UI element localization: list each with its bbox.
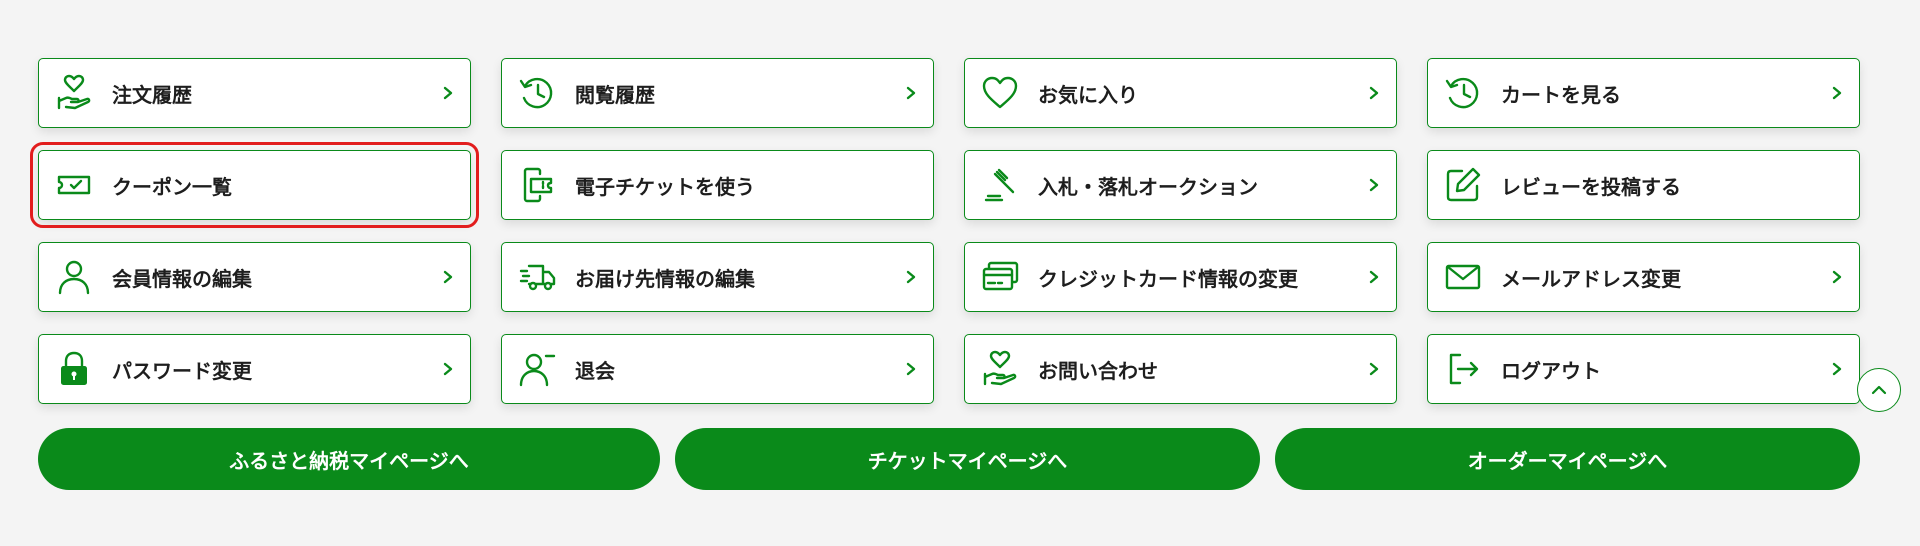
- menu-item-label: クーポン一覧: [112, 174, 232, 199]
- heart-hand-icon: [54, 73, 94, 113]
- menu-item[interactable]: 注文履歴: [38, 58, 471, 128]
- chevron-right-icon: [903, 85, 919, 101]
- menu-item[interactable]: お気に入り: [964, 58, 1397, 128]
- mail-icon: [1443, 257, 1483, 297]
- menu-item[interactable]: クレジットカード情報の変更: [964, 242, 1397, 312]
- chevron-right-icon: [440, 269, 456, 285]
- heart-hand-icon: [980, 349, 1020, 389]
- menu-item-label: クレジットカード情報の変更: [1038, 266, 1298, 291]
- chevron-right-icon: [1829, 269, 1845, 285]
- menu-item[interactable]: クーポン一覧: [30, 142, 479, 228]
- heart-icon: [980, 73, 1020, 113]
- menu-item-label: お気に入り: [1038, 82, 1138, 107]
- menu-item-label: メールアドレス変更: [1501, 266, 1681, 291]
- menu-item-label: お問い合わせ: [1038, 358, 1158, 383]
- menu-item[interactable]: お問い合わせ: [964, 334, 1397, 404]
- history-clock-icon: [517, 73, 557, 113]
- menu-item[interactable]: レビューを投稿する: [1427, 150, 1860, 220]
- chevron-right-icon: [1366, 269, 1382, 285]
- order-mypage-button[interactable]: オーダーマイページへ: [1275, 428, 1860, 490]
- menu-item-label: 注文履歴: [112, 82, 192, 107]
- user-icon: [54, 257, 94, 297]
- menu-item[interactable]: 退会: [501, 334, 934, 404]
- menu-item[interactable]: 入札・落札オークション: [964, 150, 1397, 220]
- ticket-mypage-button[interactable]: チケットマイページへ: [675, 428, 1260, 490]
- menu-item-label: お届け先情報の編集: [575, 266, 755, 291]
- menu-item-label: パスワード変更: [112, 358, 252, 383]
- menu-item-label: 会員情報の編集: [112, 266, 252, 291]
- menu-item-label: 電子チケットを使う: [575, 174, 755, 199]
- chevron-up-icon: [1871, 384, 1887, 396]
- chevron-right-icon: [903, 269, 919, 285]
- credit-card-icon: [980, 257, 1020, 297]
- menu-item-label: 入札・落札オークション: [1038, 174, 1258, 199]
- menu-item-label: 退会: [575, 358, 615, 383]
- menu-item[interactable]: 電子チケットを使う: [501, 150, 934, 220]
- chevron-right-icon: [903, 361, 919, 377]
- chevron-right-icon: [1366, 361, 1382, 377]
- menu-item[interactable]: メールアドレス変更: [1427, 242, 1860, 312]
- menu-item[interactable]: ログアウト: [1427, 334, 1860, 404]
- menu-item[interactable]: カートを見る: [1427, 58, 1860, 128]
- chevron-right-icon: [440, 361, 456, 377]
- chevron-right-icon: [1829, 361, 1845, 377]
- chevron-right-icon: [1366, 177, 1382, 193]
- menu-item-label: 閲覧履歴: [575, 82, 655, 107]
- menu-item[interactable]: パスワード変更: [38, 334, 471, 404]
- logout-icon: [1443, 349, 1483, 389]
- chevron-right-icon: [1366, 85, 1382, 101]
- lock-icon: [54, 349, 94, 389]
- menu-item-label: レビューを投稿する: [1501, 174, 1681, 199]
- menu-item[interactable]: 会員情報の編集: [38, 242, 471, 312]
- furusato-mypage-button[interactable]: ふるさと納税マイページへ: [38, 428, 660, 490]
- scroll-to-top-button[interactable]: [1857, 368, 1901, 412]
- coupon-icon: [54, 165, 94, 205]
- menu-item-label: ログアウト: [1501, 358, 1601, 383]
- history-clock-icon: [1443, 73, 1483, 113]
- mypage-menu-grid: 注文履歴 閲覧履歴 お気に入り カートを見るクーポン一覧 電子チケットを使う 入札・落札オ…: [30, 58, 1860, 404]
- delivery-truck-icon: [517, 257, 557, 297]
- e-ticket-icon: [517, 165, 557, 205]
- menu-item-label: カートを見る: [1501, 82, 1621, 107]
- edit-review-icon: [1443, 165, 1483, 205]
- auction-gavel-icon: [980, 165, 1020, 205]
- user-minus-icon: [517, 349, 557, 389]
- menu-item[interactable]: 閲覧履歴: [501, 58, 934, 128]
- menu-item[interactable]: お届け先情報の編集: [501, 242, 934, 312]
- chevron-right-icon: [440, 85, 456, 101]
- chevron-right-icon: [1829, 85, 1845, 101]
